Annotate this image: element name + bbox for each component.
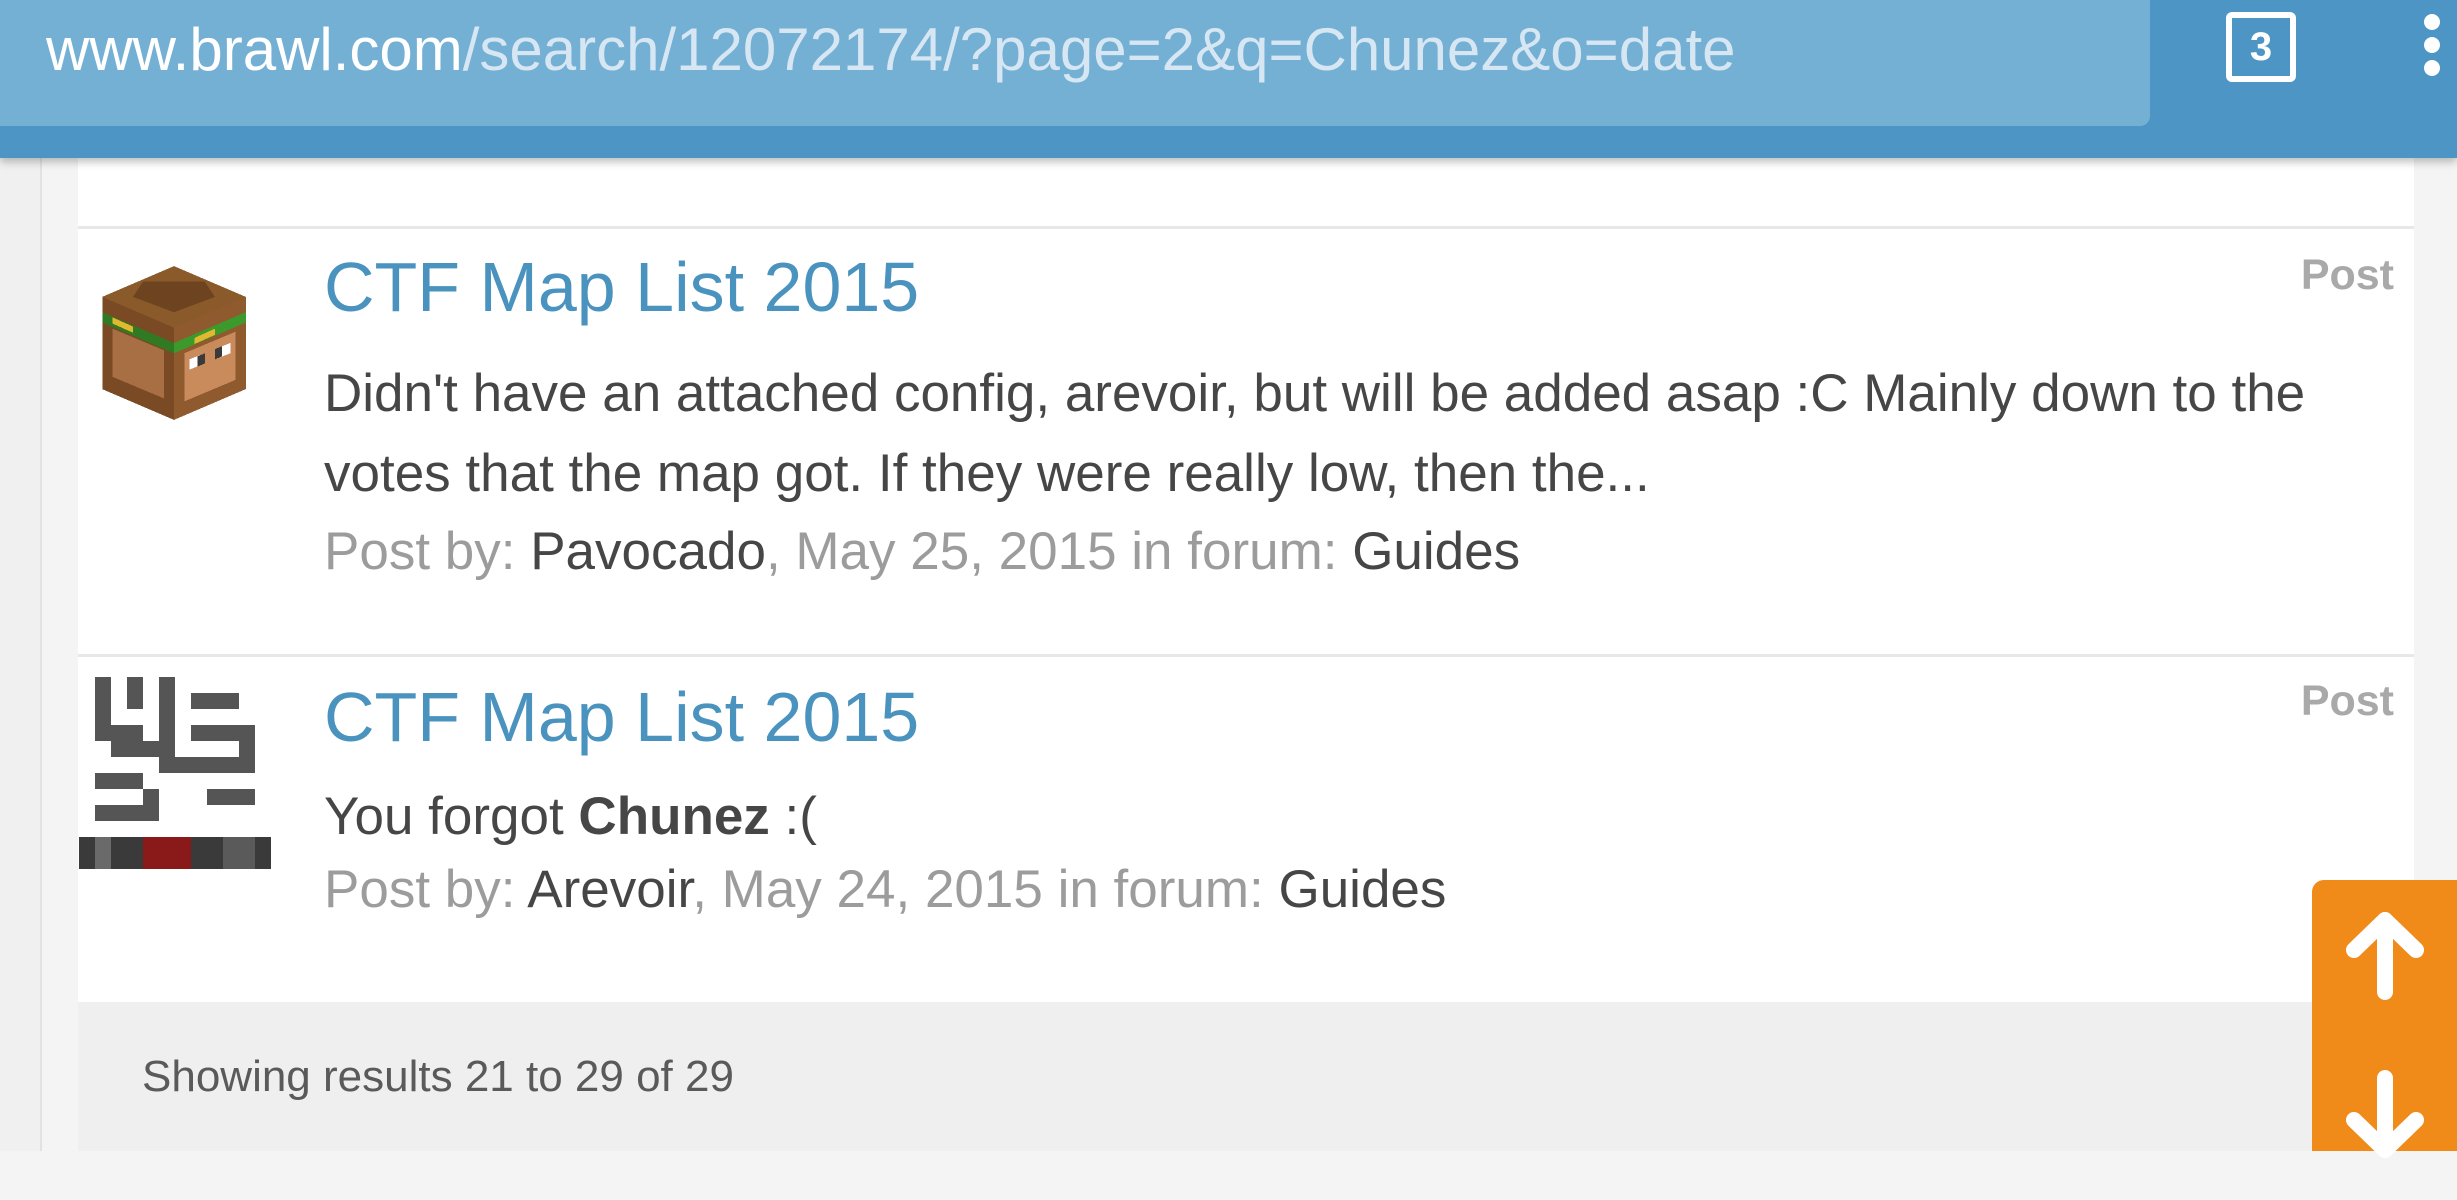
result-snippet: Didn't have an attached config, arevoir,…: [324, 364, 2306, 503]
avatar-pavocado[interactable]: [92, 253, 256, 433]
overflow-menu-icon[interactable]: [2420, 14, 2444, 84]
search-result-item: CTF Map List 2015 Post You forgot Chunez…: [78, 657, 2414, 1002]
search-result-item: CTF Map List 2015 Post Didn't have an at…: [78, 229, 2414, 657]
forum-link[interactable]: Guides: [1278, 860, 1446, 919]
meta-date: , May 25, 2015 in forum:: [765, 522, 1353, 581]
scroll-to-bottom-button[interactable]: [2312, 1070, 2457, 1200]
scroll-buttons: [2312, 880, 2457, 1158]
result-title-link[interactable]: CTF Map List 2015: [324, 677, 919, 757]
result-meta: Post by: Arevoir, May 24, 2015 in forum:…: [324, 860, 1446, 920]
search-results-list: CTF Map List 2015 Post Didn't have an at…: [78, 158, 2414, 1151]
menu-dot: [2424, 14, 2440, 30]
arrow-up-icon: [2345, 912, 2424, 1000]
scroll-to-top-button[interactable]: [2312, 910, 2457, 1040]
minecraft-head-avatar-icon: [102, 266, 246, 420]
menu-dot: [2424, 37, 2440, 53]
results-count-text: Showing results 21 to 29 of 29: [142, 1052, 734, 1101]
avatar-arevoir[interactable]: [78, 677, 272, 869]
snippet-text: :(: [769, 787, 817, 846]
author-link[interactable]: Arevoir: [527, 860, 692, 919]
result-title-link[interactable]: CTF Map List 2015: [324, 247, 919, 327]
snippet-text: You forgot: [324, 787, 579, 846]
results-footer: Showing results 21 to 29 of 29: [78, 1002, 2414, 1151]
result-type-label: Post: [2300, 251, 2394, 299]
result-type-label: Post: [2300, 677, 2394, 725]
menu-dot: [2424, 60, 2440, 76]
url-path: /search/12072174/?page=2&q=Chunez&o=date: [462, 16, 1736, 83]
pixel-art-avatar-icon: [79, 677, 271, 869]
search-term-highlight: Chunez: [578, 787, 770, 846]
author-link[interactable]: Pavocado: [530, 522, 766, 581]
forum-link[interactable]: Guides: [1352, 522, 1520, 581]
url-text[interactable]: www.brawl.com/search/12072174/?page=2&q=…: [46, 18, 1736, 82]
result-snippet: You forgot Chunez :(: [324, 777, 2404, 857]
address-bar[interactable]: www.brawl.com/search/12072174/?page=2&q=…: [0, 0, 2150, 126]
page-left-margin: [0, 158, 42, 1151]
meta-prefix: Post by:: [324, 522, 531, 581]
browser-toolbar: www.brawl.com/search/12072174/?page=2&q=…: [0, 0, 2457, 158]
meta-prefix: Post by:: [324, 860, 528, 919]
meta-date: , May 24, 2015 in forum:: [692, 860, 1279, 919]
url-domain: www.brawl.com: [46, 16, 463, 83]
arrow-down-icon: [2345, 1070, 2424, 1158]
list-top-spacer: [78, 158, 2414, 229]
result-meta: Post by: Pavocado, May 25, 2015 in forum…: [324, 522, 1520, 582]
tab-switcher-button[interactable]: 3: [2226, 12, 2296, 82]
